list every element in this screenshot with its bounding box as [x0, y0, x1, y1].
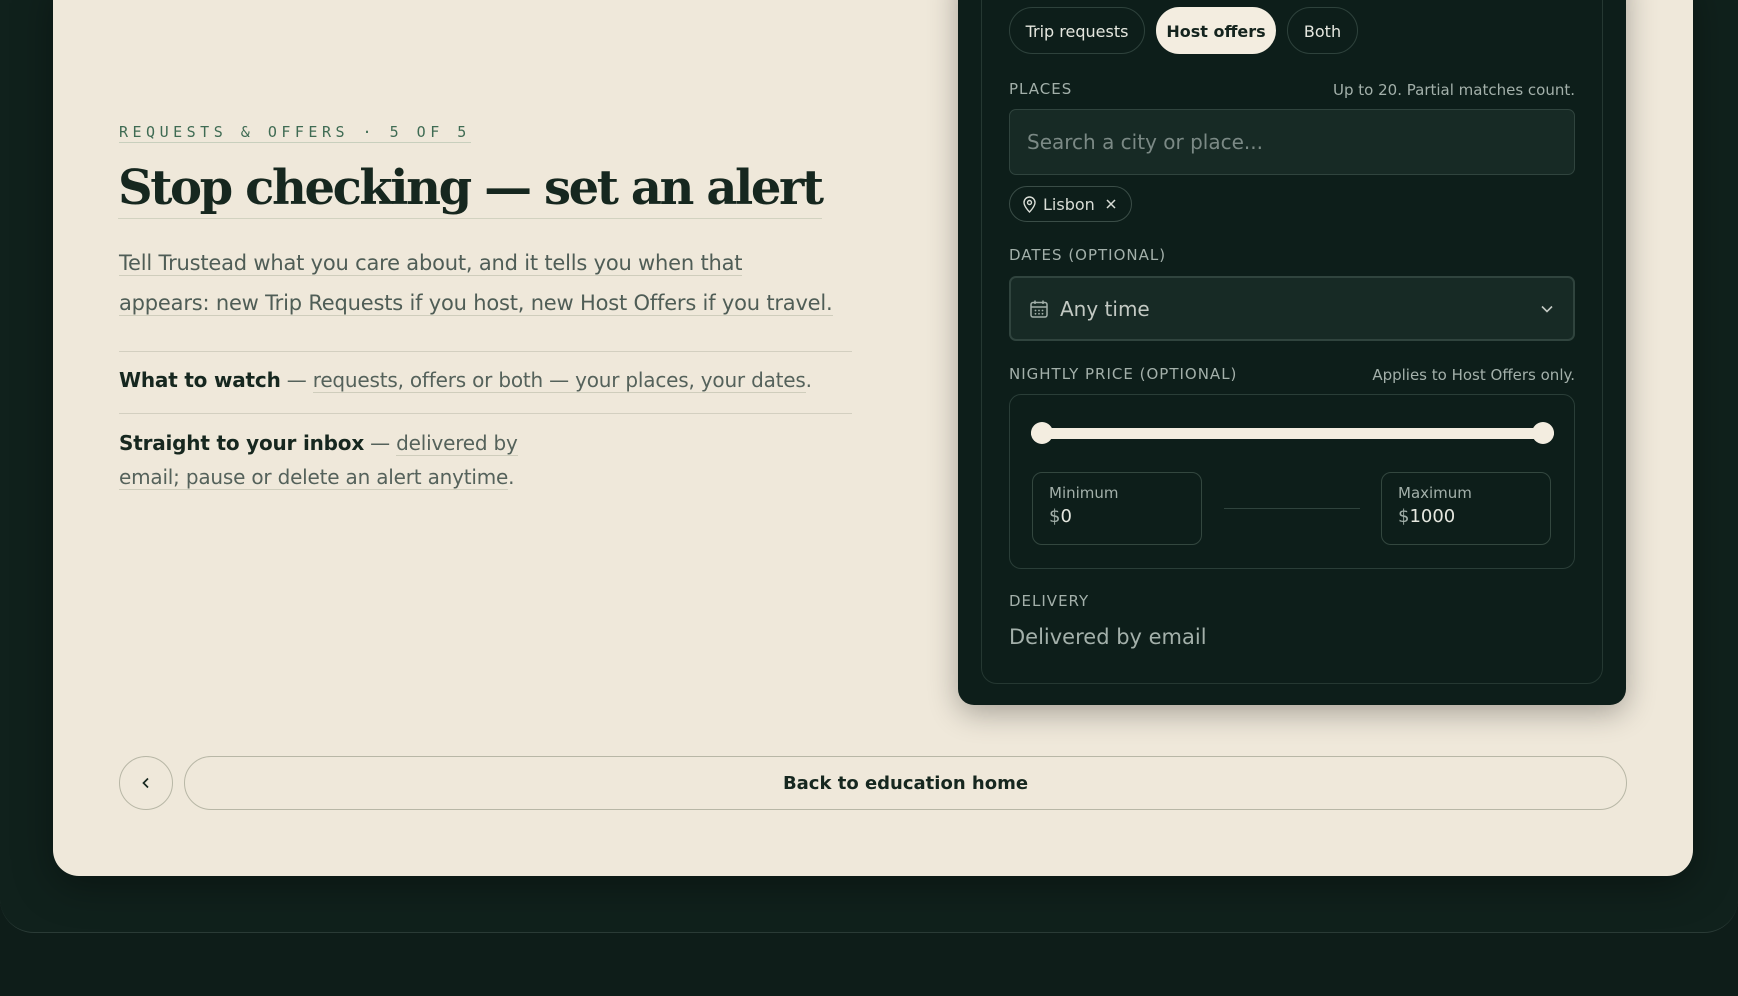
places-hint: Up to 20. Partial matches count.: [1333, 81, 1575, 99]
dates-label: DATES (OPTIONAL): [1009, 246, 1167, 264]
feature-period: .: [508, 465, 515, 489]
lesson-progress-eyebrow: REQUESTS & OFFERS · 5 OF 5: [119, 123, 471, 143]
feature-dash: —: [364, 431, 397, 455]
maximum-price-value: 1000: [1409, 506, 1456, 527]
location-pin-icon: [1023, 195, 1036, 213]
feature-text-line-2: email; pause or delete an alert anytime: [119, 465, 509, 490]
tab-host-offers[interactable]: Host offers: [1156, 7, 1276, 54]
place-search-input[interactable]: [1009, 109, 1575, 175]
lead-line-1: Tell Trustead what you care about, and i…: [119, 251, 743, 276]
currency-symbol: $: [1398, 506, 1410, 527]
feature-title: Straight to your inbox: [119, 431, 365, 455]
divider: [119, 351, 852, 352]
tab-trip-requests[interactable]: Trip requests: [1009, 7, 1145, 54]
price-slider-min-handle[interactable]: [1031, 422, 1053, 444]
chip-label: Lisbon: [1043, 194, 1095, 214]
previous-button[interactable]: [119, 756, 173, 810]
remove-chip-close-icon[interactable]: [1105, 198, 1117, 210]
tab-both[interactable]: Both: [1287, 7, 1358, 54]
feature-inbox: Straight to your inbox — delivered by em…: [119, 426, 518, 494]
range-separator: [1224, 508, 1360, 509]
page-title: Stop checking — set an alert: [118, 160, 824, 219]
chevron-left-icon: [142, 777, 149, 789]
delivery-label: DELIVERY: [1009, 592, 1090, 610]
places-label: PLACES: [1009, 80, 1073, 98]
feature-text-line-1: delivered by: [396, 431, 518, 456]
back-to-education-home-button[interactable]: Back to education home: [184, 756, 1627, 810]
calendar-icon: [1030, 300, 1048, 318]
dates-value: Any time: [1060, 296, 1150, 321]
lead-line-2: appears: new Trip Requests if you host, …: [119, 291, 833, 316]
divider: [119, 413, 852, 414]
feature-text: requests, offers or both — your places, …: [312, 368, 806, 393]
feature-dash: —: [280, 368, 313, 392]
feature-what-to-watch: What to watch — requests, offers or both…: [119, 363, 812, 397]
minimum-price-value: 0: [1060, 506, 1072, 527]
price-label: NIGHTLY PRICE (OPTIONAL): [1009, 365, 1238, 383]
feature-title: What to watch: [119, 368, 281, 392]
feature-period: .: [805, 368, 812, 392]
alert-form-frame: [981, 0, 1603, 684]
price-slider-max-handle[interactable]: [1532, 422, 1554, 444]
minimum-price-field[interactable]: Minimum $0: [1032, 472, 1202, 545]
maximum-price-label: Maximum: [1398, 484, 1472, 502]
minimum-price-label: Minimum: [1049, 484, 1119, 502]
dates-select[interactable]: Any time: [1009, 276, 1575, 341]
delivery-value: Delivered by email: [1009, 625, 1207, 649]
currency-symbol: $: [1049, 506, 1061, 527]
lead-paragraph: Tell Trustead what you care about, and i…: [119, 243, 859, 323]
chevron-down-icon: [1541, 305, 1553, 313]
place-chip-lisbon: Lisbon: [1009, 186, 1132, 222]
maximum-price-field[interactable]: Maximum $1000: [1381, 472, 1551, 545]
price-hint: Applies to Host Offers only.: [1372, 366, 1575, 384]
price-slider-track[interactable]: [1031, 428, 1554, 439]
